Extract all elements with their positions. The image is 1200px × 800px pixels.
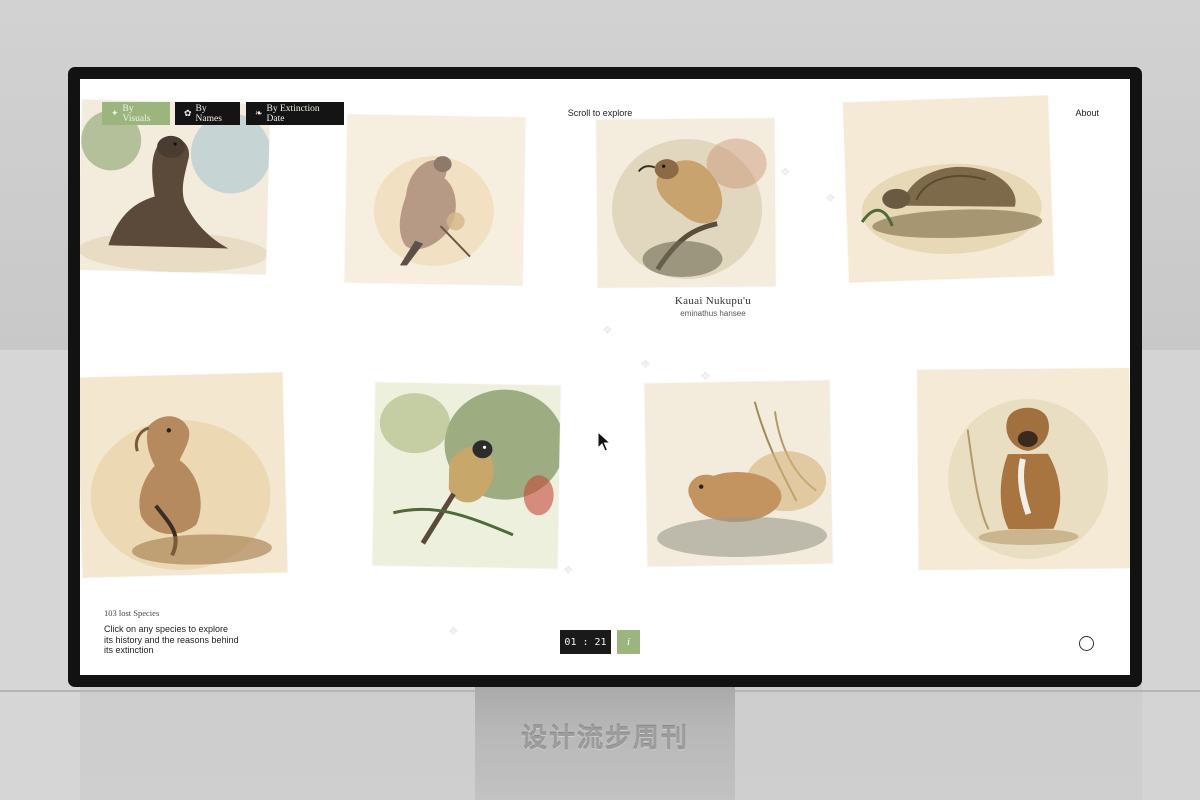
about-link[interactable]: About [1075,108,1099,118]
vulture-icon [80,372,288,578]
tortoise-icon [842,95,1055,283]
decor-mark: ❖ [700,369,711,383]
species-card-vulture[interactable] [80,372,288,578]
species-card-pigeon[interactable] [344,114,526,286]
mouse-cursor-icon [597,431,611,452]
decor-mark: ❖ [780,165,791,179]
featured-species-name: Kauai Nukupu'u [674,295,752,307]
species-card-sea-lion[interactable] [80,99,271,275]
species-card-dog[interactable] [917,368,1130,570]
nukupuu-bird-icon [596,118,776,288]
decor-mark: ❖ [448,624,459,638]
scroll-hint: Scroll to explore [567,108,633,118]
circle-toggle-button[interactable] [1079,636,1094,651]
wall-panel-right [1142,350,1200,800]
species-card-kauai-nukupuu[interactable] [596,118,776,288]
stand-watermark: 设计流步周刊 [520,724,689,754]
timer-display: 01 : 21 [560,630,611,654]
sea-lion-icon [80,99,271,275]
hamster-icon [644,380,833,567]
songbird-icon [372,382,561,569]
pigeon-icon [344,114,526,286]
decor-mark: ❖ [563,563,574,577]
species-count: 103 lost Species [104,608,160,618]
featured-species-scientific-name: eminathus hansee [680,309,746,318]
info-button[interactable]: i [617,630,640,654]
dog-icon [917,368,1130,570]
decor-mark: ❖ [640,357,651,371]
instruction-text: Click on any species to explore its hist… [104,624,239,655]
species-card-hamster[interactable] [644,380,833,567]
monitor-stand: 设计流步周刊 [475,684,735,800]
species-card-tortoise[interactable] [842,95,1055,283]
decor-mark: ❖ [602,323,613,337]
app-screen: ❖ ❖ ❖ ❖ ❖ ❖ ❖ ✦ By Visuals ✿ By Names ❧ … [80,79,1130,675]
decor-mark: ❖ [825,191,836,205]
species-card-songbird[interactable] [372,382,561,569]
